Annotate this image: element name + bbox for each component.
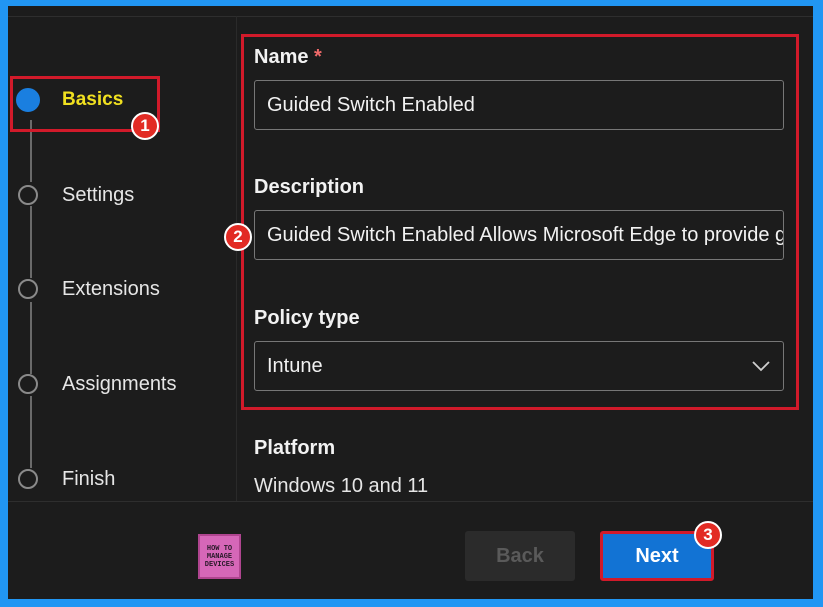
step-label: Extensions bbox=[62, 277, 160, 300]
back-button[interactable]: Back bbox=[465, 531, 575, 581]
description-input[interactable]: Guided Switch Enabled Allows Microsoft E… bbox=[254, 210, 784, 260]
step-circle-icon bbox=[18, 374, 38, 394]
step-connector bbox=[30, 396, 32, 468]
platform-value: Windows 10 and 11 bbox=[254, 475, 429, 497]
step-connector bbox=[30, 206, 32, 278]
step-extensions[interactable]: Extensions bbox=[18, 274, 160, 304]
how-to-manage-devices-logo: HOW TO MANAGE DEVICES bbox=[198, 534, 241, 579]
logo-line-3: DEVICES bbox=[204, 560, 235, 569]
step-connector bbox=[30, 302, 32, 374]
step-circle-icon bbox=[18, 279, 38, 299]
name-input[interactable]: Guided Switch Enabled bbox=[254, 80, 784, 130]
policy-type-value: Intune bbox=[267, 355, 323, 377]
step-label: Finish bbox=[62, 467, 116, 490]
step-label: Settings bbox=[62, 183, 135, 206]
description-label: Description bbox=[254, 176, 365, 198]
step-label: Assignments bbox=[62, 372, 177, 395]
sidebar-divider bbox=[236, 16, 237, 501]
policy-type-label: Policy type bbox=[254, 307, 360, 329]
logo-line-1: HOW TO bbox=[206, 544, 233, 553]
chevron-down-icon bbox=[752, 361, 770, 372]
annotation-badge-1: 1 bbox=[131, 112, 159, 140]
step-finish[interactable]: Finish bbox=[18, 464, 115, 494]
step-circle-icon bbox=[18, 469, 38, 489]
top-divider bbox=[8, 16, 813, 17]
step-settings[interactable]: Settings bbox=[18, 180, 134, 210]
name-label-text: Name bbox=[254, 46, 309, 68]
wizard-window: Basics Settings Extensions Assignments F… bbox=[8, 6, 813, 599]
footer-divider bbox=[8, 501, 813, 502]
name-label: Name * bbox=[254, 46, 322, 69]
step-circle-icon bbox=[18, 185, 38, 205]
step-assignments[interactable]: Assignments bbox=[18, 369, 177, 399]
annotation-badge-3: 3 bbox=[694, 521, 722, 549]
required-marker: * bbox=[314, 46, 322, 68]
platform-label: Platform bbox=[254, 437, 336, 459]
policy-type-select[interactable]: Intune bbox=[254, 341, 784, 391]
logo-line-2: MANAGE bbox=[206, 552, 233, 561]
annotation-badge-2: 2 bbox=[224, 223, 252, 251]
